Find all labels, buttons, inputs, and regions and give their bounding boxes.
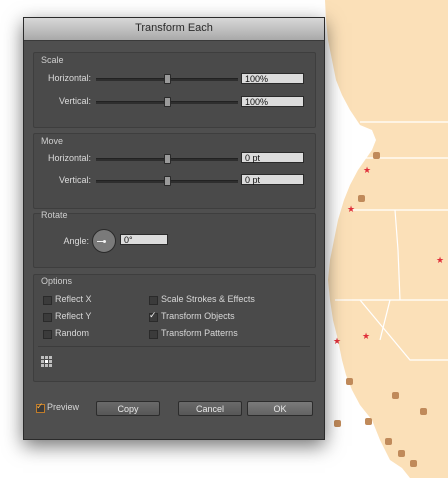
scale-group [33, 52, 316, 128]
checkmark-icon: ✓ [36, 401, 44, 411]
scale-vertical-label: Vertical: [58, 96, 91, 106]
dialog-titlebar[interactable]: Transform Each [24, 18, 324, 41]
scale-horizontal-slider-thumb[interactable] [164, 74, 171, 84]
scale-horizontal-input[interactable]: 100% [241, 73, 304, 84]
rotate-angle-label: Angle: [63, 236, 89, 246]
copy-button[interactable]: Copy [96, 401, 160, 416]
move-group [33, 133, 316, 209]
reflect-y-checkbox[interactable] [43, 313, 52, 322]
preview-label[interactable]: Preview [47, 402, 79, 412]
rotate-angle-dial[interactable] [92, 229, 116, 253]
scale-strokes-checkbox[interactable] [149, 296, 158, 305]
random-checkbox[interactable] [43, 330, 52, 339]
svg-text:★: ★ [363, 166, 371, 176]
reflect-y-label[interactable]: Reflect Y [55, 311, 91, 321]
ok-button[interactable]: OK [247, 401, 313, 416]
svg-text:★: ★ [362, 332, 370, 342]
move-horizontal-input[interactable]: 0 pt [241, 152, 304, 163]
move-horizontal-label: Horizontal: [47, 153, 91, 163]
dial-center [103, 240, 106, 243]
rotate-angle-input[interactable]: 0° [120, 234, 168, 245]
reflect-x-checkbox[interactable] [43, 296, 52, 305]
move-vertical-label: Vertical: [58, 175, 91, 185]
reflect-x-label[interactable]: Reflect X [55, 294, 92, 304]
transform-patterns-checkbox[interactable] [149, 330, 158, 339]
transform-patterns-label[interactable]: Transform Patterns [161, 328, 238, 338]
svg-text:★: ★ [347, 205, 355, 215]
move-vertical-slider-thumb[interactable] [164, 176, 171, 186]
scale-vertical-slider-thumb[interactable] [164, 97, 171, 107]
preview-checkbox[interactable]: ✓ [36, 401, 45, 413]
scale-strokes-label[interactable]: Scale Strokes & Effects [161, 294, 255, 304]
options-separator [38, 346, 310, 347]
transform-each-dialog: Transform Each Scale Horizontal: 100% Ve… [23, 17, 325, 440]
svg-text:★: ★ [436, 256, 444, 266]
scale-horizontal-label: Horizontal: [47, 73, 91, 83]
transform-objects-label[interactable]: Transform Objects [161, 311, 235, 321]
scale-legend: Scale [41, 55, 64, 65]
reference-point-icon[interactable] [41, 356, 53, 368]
move-legend: Move [41, 136, 64, 146]
rotate-legend: Rotate [41, 210, 68, 220]
move-vertical-input[interactable]: 0 pt [241, 174, 304, 185]
scale-vertical-input[interactable]: 100% [241, 96, 304, 107]
dialog-title: Transform Each [135, 22, 213, 34]
svg-text:★: ★ [333, 337, 341, 347]
options-legend: Options [41, 276, 73, 286]
move-horizontal-slider-thumb[interactable] [164, 154, 171, 164]
cancel-button[interactable]: Cancel [178, 401, 242, 416]
random-label[interactable]: Random [55, 328, 89, 338]
transform-objects-checkbox[interactable]: ✓ [149, 310, 158, 322]
checkmark-icon: ✓ [149, 310, 157, 320]
